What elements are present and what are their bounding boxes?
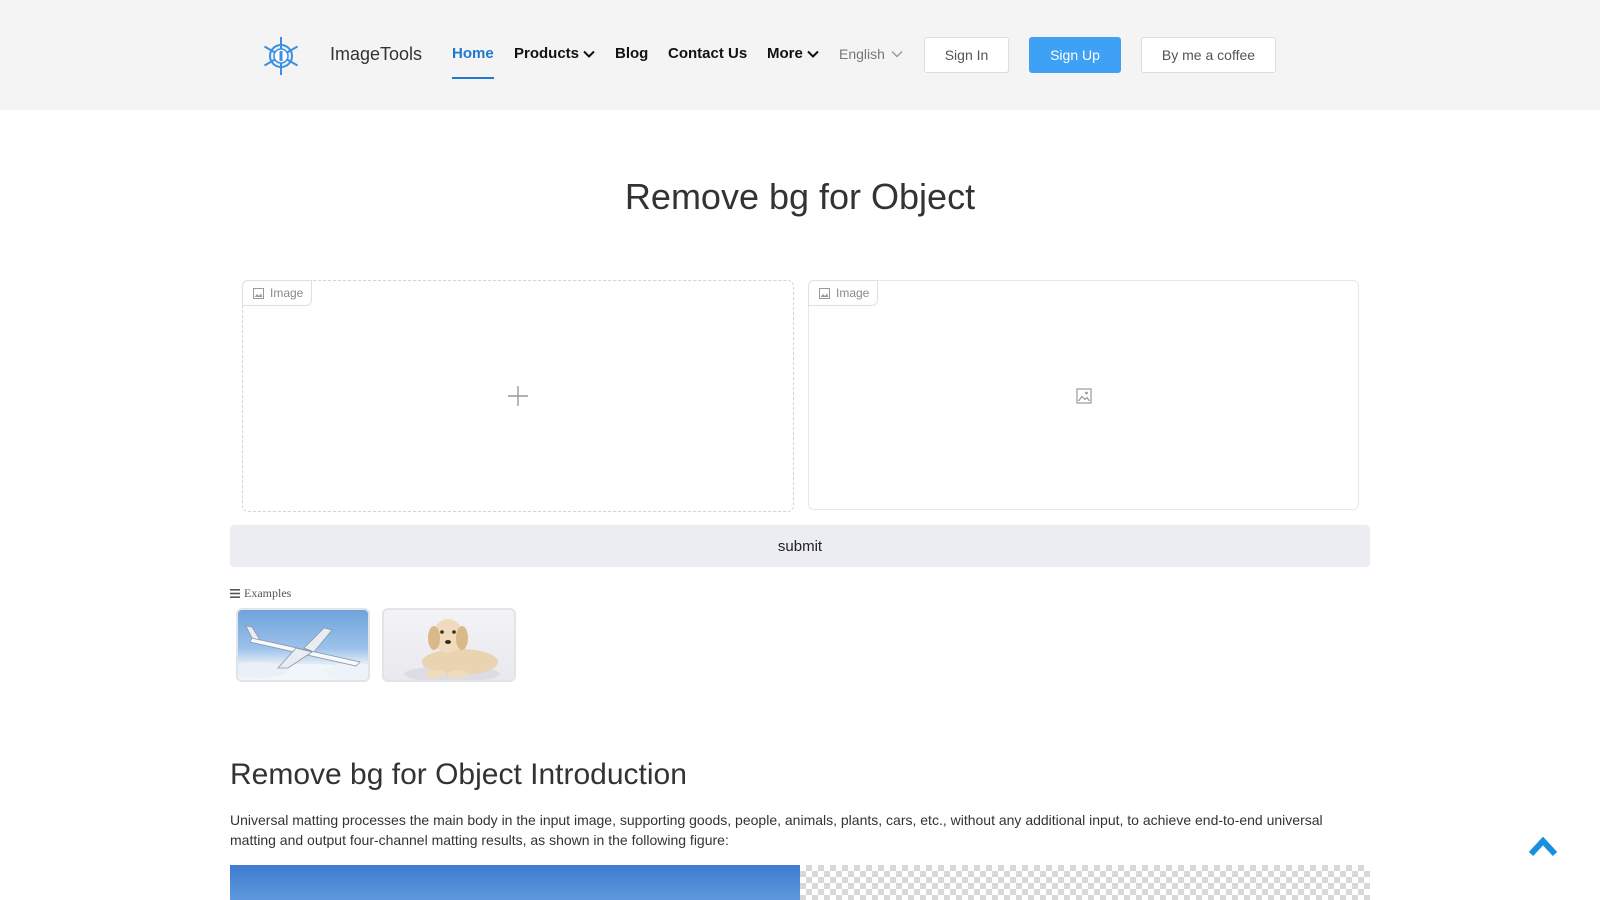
nav-active-indicator xyxy=(452,77,494,79)
image-icon xyxy=(819,287,830,299)
airplane-image xyxy=(238,625,368,680)
submit-button[interactable]: submit xyxy=(230,525,1370,567)
chevron-down-icon xyxy=(891,51,903,58)
nav-more-label: More xyxy=(767,45,803,62)
example-thumbnail-dog[interactable] xyxy=(382,608,516,682)
list-icon xyxy=(230,589,240,598)
language-select[interactable]: English xyxy=(839,46,903,62)
brand-name[interactable]: ImageTools xyxy=(330,44,422,65)
output-image-tag: Image xyxy=(808,280,879,306)
examples-label-text: Examples xyxy=(244,586,292,600)
sign-up-button[interactable]: Sign Up xyxy=(1029,37,1121,73)
language-label: English xyxy=(839,46,885,62)
nav-contact[interactable]: Contact Us xyxy=(668,45,747,62)
figure-original-image xyxy=(230,865,800,900)
dog-image xyxy=(404,619,500,680)
figure-matting-result xyxy=(800,865,1370,900)
nav-home[interactable]: Home xyxy=(452,45,494,62)
output-image-tag-label: Image xyxy=(836,286,870,300)
nav-products[interactable]: Products xyxy=(514,45,595,62)
plus-icon xyxy=(508,386,528,406)
image-icon xyxy=(253,287,264,299)
intro-heading: Remove bg for Object Introduction xyxy=(230,758,687,791)
snowflake-logo-icon[interactable] xyxy=(260,35,302,77)
input-image-tag-label: Image xyxy=(270,286,304,300)
image-upload-dropzone[interactable]: Image xyxy=(242,280,794,512)
chevron-down-icon xyxy=(583,50,595,58)
chevron-down-icon xyxy=(807,50,819,58)
image-placeholder-icon xyxy=(1076,388,1092,404)
site-header: ImageTools Home Products Blog Contact Us… xyxy=(0,0,1600,110)
nav-blog[interactable]: Blog xyxy=(615,45,648,62)
page-title: Remove bg for Object xyxy=(624,176,976,217)
buy-coffee-button[interactable]: By me a coffee xyxy=(1141,37,1276,73)
nav-products-label: Products xyxy=(514,45,580,62)
scroll-to-top-icon[interactable] xyxy=(1528,834,1558,858)
input-image-tag: Image xyxy=(242,280,313,306)
nav-more[interactable]: More xyxy=(767,45,819,62)
intro-text: Universal matting processes the main bod… xyxy=(230,812,1323,848)
examples-label: Examples xyxy=(230,586,291,601)
example-thumbnail-airplane[interactable] xyxy=(236,608,370,682)
output-image-panel: Image xyxy=(808,280,1359,510)
sign-in-button[interactable]: Sign In xyxy=(924,37,1009,73)
